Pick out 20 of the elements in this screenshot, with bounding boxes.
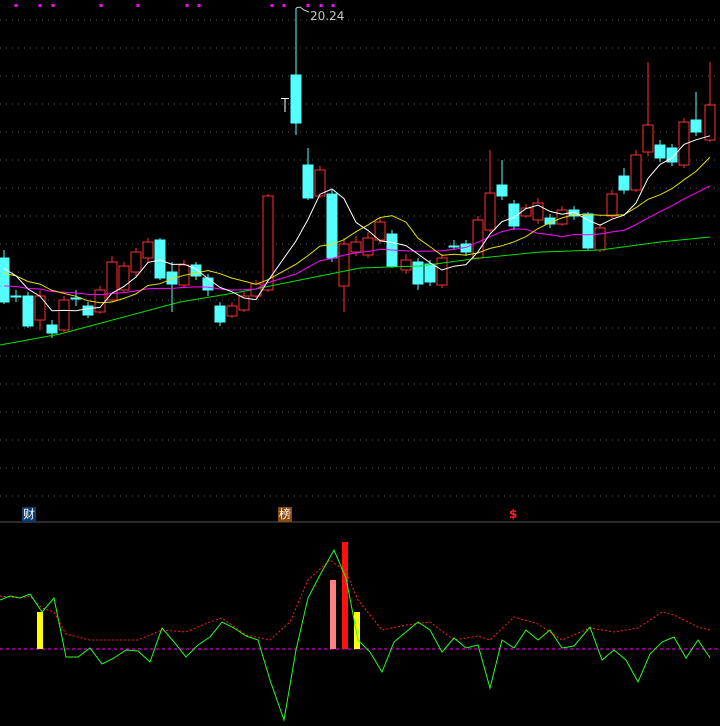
candlestick (582, 212, 594, 250)
leader-line (296, 6, 310, 12)
candlestick (556, 206, 568, 226)
signal-bar (37, 612, 43, 649)
marker-label: 榜 (278, 507, 292, 522)
high-price-label: 20.24 (310, 9, 344, 23)
t-marker-icon (280, 98, 290, 112)
candlestick (130, 248, 142, 276)
candlestick (568, 206, 580, 220)
candlestick (362, 232, 374, 258)
marker-label: 财 (22, 507, 36, 522)
candlestick (424, 260, 436, 286)
candlestick (606, 190, 618, 218)
marker-label: $ (508, 507, 518, 522)
candlestick (238, 292, 250, 312)
candlestick (690, 92, 702, 136)
candlestick (594, 224, 606, 252)
candlestick (436, 254, 448, 288)
candlestick (202, 274, 214, 296)
signal-bar (330, 580, 336, 649)
